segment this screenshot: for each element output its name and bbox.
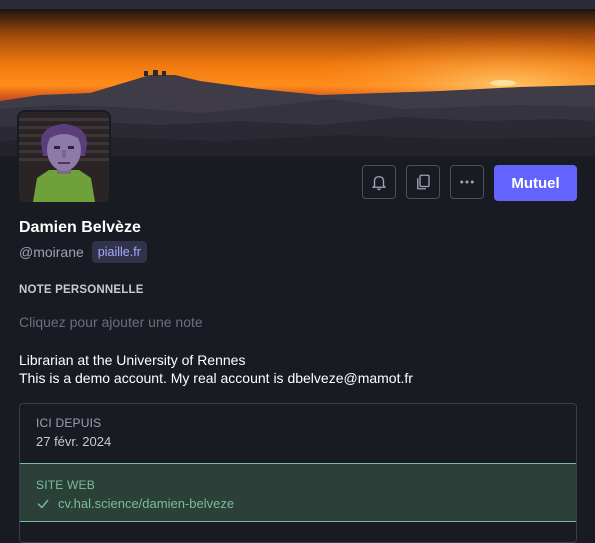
field-label: ICI DEPUIS (36, 416, 102, 430)
field-value-row: cv.hal.science/damien-belveze (36, 496, 560, 511)
copy-icon (414, 173, 432, 191)
website-field: SITE WEB cv.hal.science/damien-belveze (20, 463, 576, 522)
account-handle: @moirane piaille.fr (19, 241, 147, 263)
more-icon (458, 173, 476, 191)
bell-icon (370, 173, 388, 191)
bio-line: Librarian at the University of Rennes (19, 352, 246, 368)
personal-note-input[interactable]: Cliquez pour ajouter une note (19, 314, 203, 330)
bio-line: This is a demo account. My real account … (19, 370, 413, 386)
top-bar (0, 0, 595, 9)
username: @moirane (19, 244, 84, 260)
joined-field: ICI DEPUIS 27 févr. 2024 (20, 404, 576, 463)
more-options-button[interactable] (450, 165, 484, 199)
check-icon (36, 497, 50, 511)
follow-button[interactable]: Mutuel (494, 165, 577, 201)
domain-badge[interactable]: piaille.fr (91, 241, 147, 263)
personal-note-heading: NOTE PERSONNELLE (19, 284, 144, 296)
notify-button[interactable] (362, 165, 396, 199)
profile-fields: ICI DEPUIS 27 févr. 2024 SITE WEB cv.hal… (19, 403, 577, 543)
field-label: SITE WEB (36, 478, 95, 492)
account-bio: Librarian at the University of Rennes Th… (19, 351, 413, 387)
display-name: Damien Belvèze (19, 219, 141, 236)
website-link[interactable]: cv.hal.science/damien-belveze (58, 496, 234, 511)
field-value: 27 févr. 2024 (36, 434, 112, 449)
avatar[interactable] (17, 110, 111, 204)
copy-link-button[interactable] (406, 165, 440, 199)
